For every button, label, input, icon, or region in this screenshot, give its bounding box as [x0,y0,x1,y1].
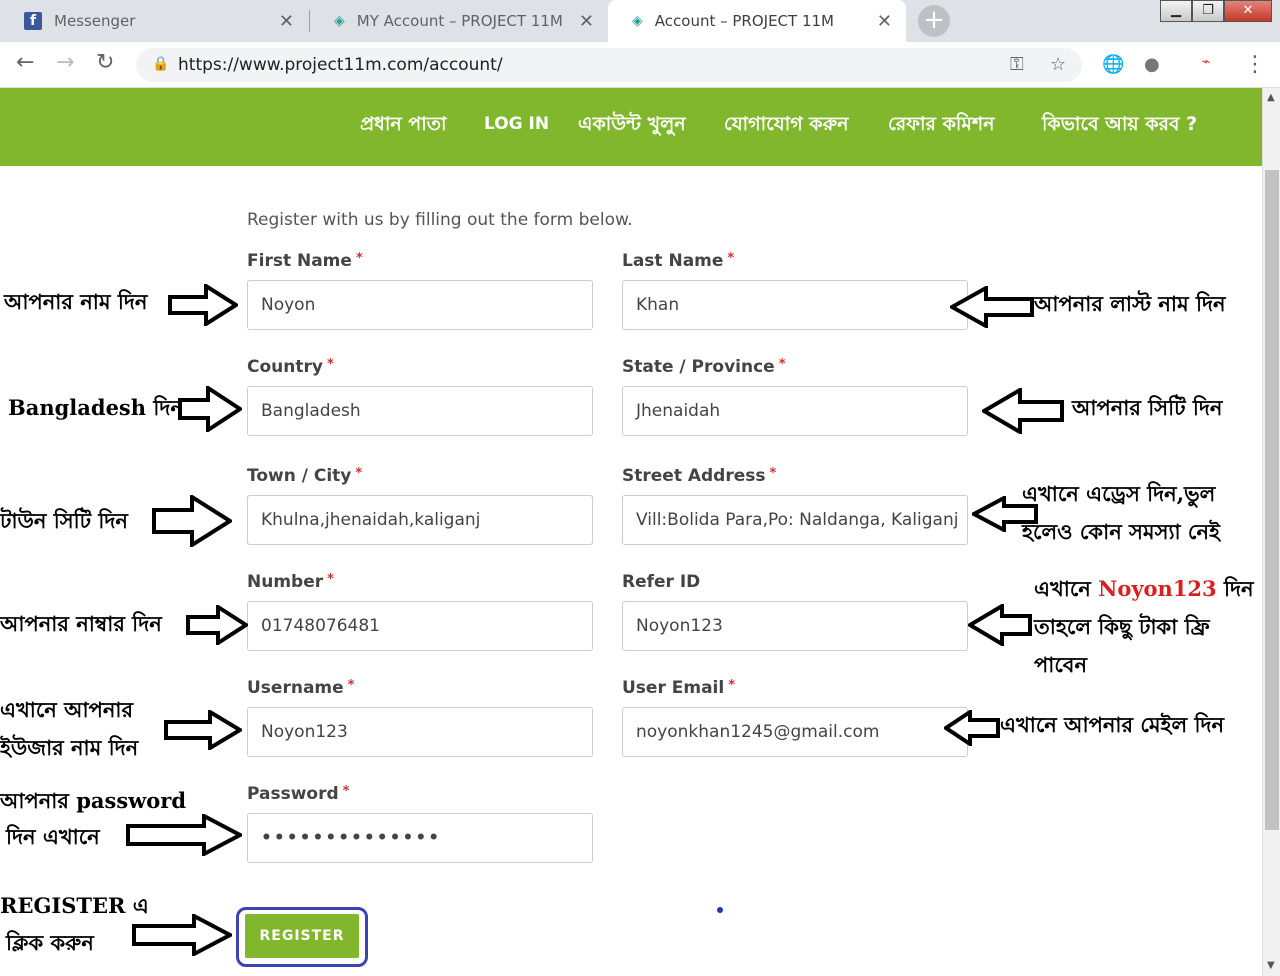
annotation-register-line2: ক্লিক করুন [6,930,94,955]
menu-icon[interactable]: ⋮ [1244,52,1266,77]
form-intro: Register with us by filling out the form… [247,210,633,230]
arrow-left-icon [944,710,1000,746]
number-field[interactable]: 01748076481 [247,601,593,651]
arrow-right-icon [126,814,242,856]
username-field[interactable]: Noyon123 [247,707,593,757]
number-label: Number * [247,572,334,592]
facebook-icon: f [24,12,42,30]
annotation-street-line2: হলেও কোন সমস্যা নেই [1022,519,1220,544]
arrow-right-icon [164,710,242,750]
url-field[interactable]: 🔒 https://www.project11m.com/account/ ⚿ … [136,48,1082,82]
extension-globe-icon[interactable]: 🌐 [1102,54,1124,75]
close-tab-icon[interactable]: ✕ [579,11,594,32]
last-name-field[interactable]: Khan [622,280,968,330]
nav-login[interactable]: LOG IN [484,114,549,134]
url-text: https://www.project11m.com/account/ [178,55,503,75]
annotation-username-line2: ইউজার নাম দিন [0,735,139,760]
browser-tab-bar: f Messenger ✕ ◈ MY Account – PROJECT 11M… [0,0,1280,42]
nav-home[interactable]: প্রধান পাতা [360,110,446,142]
project11m-icon: ◈ [632,13,643,29]
state-field[interactable]: Jhenaidah [622,386,968,436]
arrow-left-icon [968,604,1032,646]
tab-my-account[interactable]: ◈ MY Account – PROJECT 11M ✕ [310,0,608,42]
first-name-field[interactable]: Noyon [247,280,593,330]
nav-contact[interactable]: যোগাযোগ করুন [724,110,849,142]
password-label: Password * [247,784,350,804]
arrow-right-icon [152,495,232,547]
country-label: Country * [247,357,334,377]
extension-bird-icon[interactable]: ⌁ [1202,54,1210,70]
last-name-label: Last Name * [622,251,735,271]
annotation-number: আপনার নাম্বার দিন [0,611,162,636]
tab-account-active[interactable]: ◈ Account – PROJECT 11M ✕ [608,0,906,42]
scroll-down-icon[interactable]: ▼ [1267,960,1275,971]
tab-title: Account – PROJECT 11M [654,12,834,30]
arrow-left-icon [950,286,1034,328]
annotation-first-name: আপনার নাম দিন [4,289,148,314]
arrow-right-icon [168,284,238,326]
street-label: Street Address * [622,466,777,486]
city-field[interactable]: Khulna,jhenaidah,kaliganj [247,495,593,545]
extension-icon[interactable]: ● [1144,54,1160,75]
annotation-password-line2: দিন এখানে [6,824,100,849]
first-name-label: First Name * [247,251,363,271]
tab-messenger[interactable]: f Messenger ✕ [0,0,308,42]
street-field[interactable]: Vill:Bolida Para,Po: Naldanga, Kaliganj [622,495,968,545]
scroll-thumb[interactable] [1265,170,1279,830]
blue-dot-mark [717,907,723,913]
key-icon[interactable]: ⚿ [1010,54,1024,75]
annotation-refer-line3: পাবেন [1034,652,1088,677]
country-field[interactable]: Bangladesh [247,386,593,436]
reload-icon[interactable]: ↻ [96,50,114,75]
arrow-left-icon [982,388,1064,434]
annotation-last-name: আপনার লাস্ট নাম দিন [1034,291,1226,316]
user-email-field[interactable]: noyonkhan1245@gmail.com [622,707,968,757]
arrow-right-icon [132,914,232,956]
arrow-right-icon [186,605,248,645]
annotation-register-line1: REGISTER এ [0,893,149,918]
annotation-email: এখানে আপনার মেইল দিন [1000,712,1225,737]
tab-title: Messenger [54,12,136,30]
annotation-street-line1: এখানে এড্রেস দিন,ভুল [1022,481,1216,506]
arrow-right-icon [178,386,242,432]
username-label: Username * [247,678,355,698]
project11m-icon: ◈ [334,13,345,29]
star-icon[interactable]: ☆ [1050,54,1066,75]
annotation-country: Bangladesh দিন [8,395,183,420]
forward-icon[interactable]: → [56,50,74,75]
new-tab-button[interactable]: + [918,5,950,37]
close-window-button[interactable]: ✕ [1224,0,1272,22]
refer-id-field[interactable]: Noyon123 [622,601,968,651]
state-label: State / Province * [622,357,786,377]
annotation-refer-line1: এখানে Noyon123 দিন [1034,576,1254,601]
arrow-left-icon [972,496,1038,532]
annotation-city: টাউন সিটি দিন [0,508,128,533]
register-highlight-ring [236,907,368,967]
restore-button[interactable]: ❐ [1192,0,1224,22]
scroll-up-icon[interactable]: ▲ [1267,92,1275,103]
close-tab-icon[interactable]: ✕ [877,11,892,32]
site-nav: প্রধান পাতা LOG IN একাউন্ট খুলুন যোগাযোগ… [0,88,1262,166]
annotation-refer-line2: তাহলে কিছু টাকা ফ্রি [1034,614,1210,639]
user-email-label: User Email * [622,678,736,698]
tab-title: MY Account – PROJECT 11M [356,12,563,30]
nav-refer-commission[interactable]: রেফার কমিশন [888,110,994,142]
annotation-username-line1: এখানে আপনার [0,697,134,722]
window-controls: ▁ ❐ ✕ [1160,0,1272,22]
back-icon[interactable]: ← [16,50,34,75]
close-tab-icon[interactable]: ✕ [279,11,294,32]
nav-how-to-earn[interactable]: কিভাবে আয় করব ? [1042,110,1197,142]
refer-id-label: Refer ID [622,572,701,592]
minimize-button[interactable]: ▁ [1160,0,1192,22]
nav-open-account[interactable]: একাউন্ট খুলুন [578,110,686,142]
lock-icon: 🔒 [152,56,170,72]
address-bar: ← → ↻ 🔒 https://www.project11m.com/accou… [0,42,1280,88]
password-field[interactable]: •••••••••••••• [247,813,593,863]
annotation-state: আপনার সিটি দিন [1072,395,1223,420]
page-scrollbar[interactable]: ▲ ▼ [1262,88,1280,976]
city-label: Town / City * [247,466,363,486]
